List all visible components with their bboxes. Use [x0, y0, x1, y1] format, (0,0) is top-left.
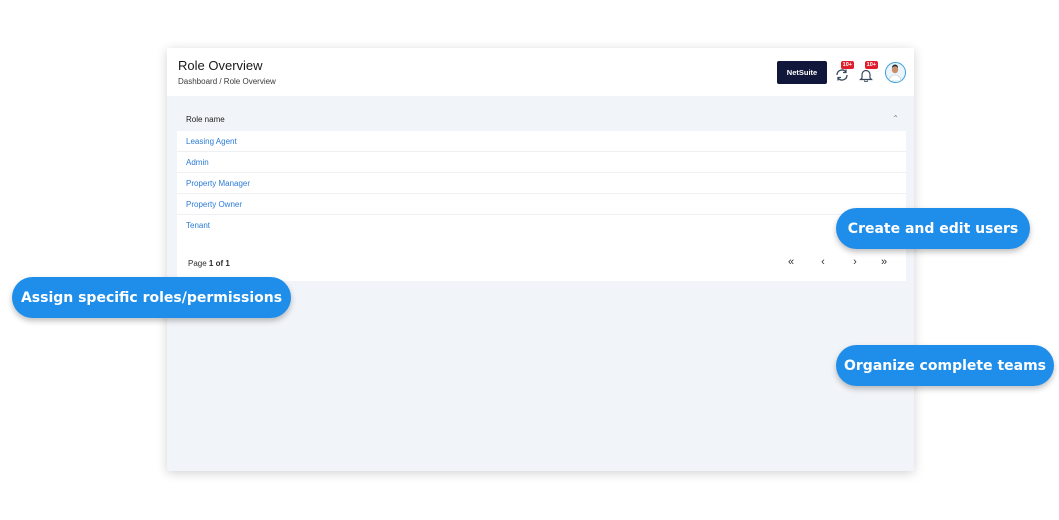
table-row[interactable]: Admin [177, 152, 906, 173]
next-page-icon: › [853, 256, 857, 268]
prev-page-button[interactable]: ‹ [816, 255, 830, 269]
page-title: Role Overview [178, 58, 263, 73]
netsuite-button[interactable]: NetSuite [777, 61, 827, 84]
breadcrumb[interactable]: Dashboard / Role Overview [178, 77, 276, 86]
table-row[interactable]: Property Manager [177, 173, 906, 194]
sync-icon [836, 69, 848, 81]
role-link[interactable]: Property Manager [186, 179, 250, 188]
table-row[interactable]: Leasing Agent [177, 131, 906, 152]
app-window: Role Overview Dashboard / Role Overview … [167, 48, 914, 471]
sync-button[interactable]: 10+ [835, 61, 854, 83]
role-link[interactable]: Leasing Agent [186, 137, 237, 146]
user-avatar-icon [888, 64, 902, 82]
roles-table-panel: Role name ⌃ Leasing Agent Admin Property… [177, 108, 906, 281]
callout-users: Create and edit users [836, 208, 1030, 249]
app-header: Role Overview Dashboard / Role Overview … [167, 48, 914, 96]
prev-page-icon: ‹ [821, 256, 825, 268]
last-page-button[interactable]: » [877, 255, 891, 269]
role-link[interactable]: Tenant [186, 221, 210, 230]
column-header-role-name[interactable]: Role name [186, 115, 225, 124]
pagination-prefix: Page [188, 259, 207, 268]
table-row[interactable]: Property Owner [177, 194, 906, 215]
notification-badge: 10+ [864, 61, 878, 69]
first-page-icon: « [787, 256, 795, 268]
sort-up-icon[interactable]: ⌃ [892, 114, 899, 123]
avatar[interactable] [885, 62, 906, 83]
callout-roles: Assign specific roles/permissions [12, 277, 291, 318]
sync-badge: 10+ [840, 61, 854, 69]
last-page-icon: » [880, 256, 888, 268]
next-page-button[interactable]: › [848, 255, 862, 269]
bell-icon [859, 69, 873, 82]
callout-teams: Organize complete teams [836, 345, 1054, 386]
role-link[interactable]: Admin [186, 158, 209, 167]
role-link[interactable]: Property Owner [186, 200, 242, 209]
table-row[interactable]: Tenant [177, 215, 906, 236]
notifications-button[interactable]: 10+ [859, 61, 878, 83]
first-page-button[interactable]: « [784, 255, 798, 269]
pagination-label: Page 1 of 1 [188, 259, 230, 268]
stage: Role Overview Dashboard / Role Overview … [0, 0, 1059, 520]
table-header: Role name ⌃ [177, 108, 906, 131]
pagination-current: 1 of 1 [208, 259, 230, 268]
